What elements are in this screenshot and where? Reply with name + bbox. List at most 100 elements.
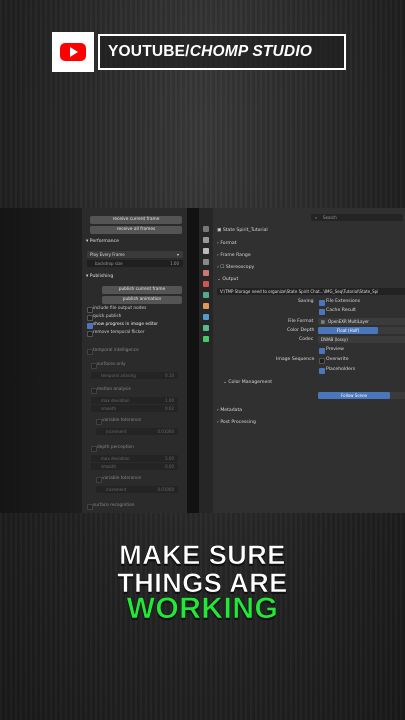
max-deviation-field-2[interactable]: max deviation 5.00: [91, 455, 178, 462]
metadata-label: Metadata: [220, 408, 243, 413]
receive-current-frame-button[interactable]: receive current frame: [90, 216, 182, 224]
temporal-aliasing-field[interactable]: temporal aliasing 0.10: [91, 372, 178, 379]
smooth-label-1: smooth: [101, 406, 116, 411]
increment-value-1: 0.01000: [157, 429, 174, 434]
overwrite-label: Overwrite: [326, 357, 349, 362]
temporal-aliasing-label: temporal aliasing: [101, 373, 136, 378]
codec-label: Codec: [299, 337, 314, 342]
frame-range-section[interactable]: › Frame Range: [217, 253, 251, 258]
publishing-header[interactable]: ▾ Publishing: [86, 274, 113, 279]
object-tab-icon[interactable]: [203, 303, 209, 309]
output-path-value: V:\TMP Storage need to organize\State Sp…: [220, 289, 379, 294]
frame-range-section-label: Frame Range: [220, 253, 251, 258]
increment-label-1: increment: [106, 429, 127, 434]
surface-recognition-label: surface recognition: [93, 503, 135, 508]
panel-divider: [187, 208, 199, 513]
receive-all-frames-button[interactable]: receive all frames: [90, 226, 182, 234]
publish-animation-button[interactable]: publish animation: [102, 296, 182, 304]
chevron-down-icon: ▾: [176, 252, 179, 257]
color-depth-selected[interactable]: Float (Half): [318, 327, 378, 334]
youtube-logo-box: [52, 32, 94, 72]
metadata-section[interactable]: › Metadata: [217, 408, 242, 413]
increment-field-1[interactable]: increment 0.01000: [96, 428, 178, 435]
exr-format-icon: ▧: [321, 319, 325, 324]
format-section[interactable]: › Format: [217, 241, 237, 246]
performance-header[interactable]: ▾ Performance: [86, 239, 119, 244]
collection-tab-icon[interactable]: [203, 292, 209, 298]
color-management-toggle[interactable]: Follow Scene: [318, 392, 405, 399]
world-tab-icon[interactable]: [203, 281, 209, 287]
placeholders-checkbox[interactable]: [319, 368, 325, 374]
max-deviation-label-1: max deviation: [101, 398, 130, 403]
backdrop-size-field[interactable]: backdrop size 1.00: [87, 260, 183, 267]
stereoscopy-section-label: Stereoscopy: [225, 265, 255, 270]
data-tab-icon[interactable]: [203, 325, 209, 331]
post-processing-section[interactable]: › Post Processing: [217, 420, 256, 425]
file-format-dropdown[interactable]: ▧ OpenEXR MultiLayer: [318, 318, 405, 325]
increment-field-2[interactable]: increment 0.01000: [96, 486, 178, 493]
caption-line-3: WORKING: [0, 592, 405, 626]
search-placeholder: Search: [323, 215, 337, 220]
file-extensions-label: File Extensions: [326, 299, 361, 304]
addon-panel: receive current frame receive all frames…: [82, 208, 187, 513]
breadcrumb-label: State Spirit_Tutorial: [222, 228, 268, 233]
caption-line-1: MAKE SURE: [0, 540, 405, 571]
publishing-label: Publishing: [89, 274, 114, 279]
quick-publish-label: quick publish: [93, 314, 122, 319]
include-file-output-label: include file output nodes: [93, 306, 147, 311]
playback-dropdown[interactable]: Play Every Frame ▾: [87, 251, 183, 258]
saving-label: Saving: [298, 299, 314, 304]
search-input[interactable]: ⌕ Search: [311, 214, 403, 221]
playback-value: Play Every Frame: [90, 252, 125, 257]
increment-value-2: 0.01000: [157, 487, 174, 492]
smooth-value-2: 0.00: [165, 464, 174, 469]
file-format-label: File Format: [288, 319, 314, 324]
modifier-tab-icon[interactable]: [203, 314, 209, 320]
file-extensions-checkbox[interactable]: [319, 300, 325, 306]
color-management-section[interactable]: ⌄ Color Management: [223, 380, 272, 385]
properties-tabs: [199, 208, 213, 513]
show-progress-label: show progress in image editor: [93, 322, 159, 327]
format-section-label: Format: [220, 241, 237, 246]
overwrite-checkbox[interactable]: [319, 358, 325, 364]
cache-result-checkbox[interactable]: [319, 309, 325, 315]
output-section-label: Output: [222, 277, 239, 282]
channel-prefix: YOUTUBE/: [108, 43, 190, 60]
follow-scene-button[interactable]: Follow Scene: [318, 392, 390, 399]
temporal-intelligence-label: temporal intelligence: [93, 348, 139, 353]
channel-banner: YOUTUBE/CHOMP STUDIO: [52, 32, 346, 72]
channel-title: CHOMP STUDIO: [189, 43, 313, 60]
preview-checkbox[interactable]: [319, 348, 325, 354]
max-deviation-value-1: 1.00: [165, 398, 174, 403]
performance-label: Performance: [89, 239, 119, 244]
file-format-value: OpenEXR MultiLayer: [328, 319, 369, 324]
material-tab-icon[interactable]: [203, 336, 209, 342]
smooth-field-1[interactable]: smooth 0.02: [91, 405, 178, 412]
output-path-field[interactable]: V:\TMP Storage need to organize\State Sp…: [217, 288, 405, 295]
smooth-field-2[interactable]: smooth 0.00: [91, 463, 178, 470]
color-management-label: Color Management: [228, 380, 273, 385]
image-sequence-label: Image Sequence: [276, 357, 315, 362]
render-tab-icon[interactable]: [203, 237, 209, 243]
channel-name: YOUTUBE/CHOMP STUDIO: [98, 34, 346, 70]
scene-tab-icon[interactable]: [203, 270, 209, 276]
codec-dropdown[interactable]: DWAB (lossy): [318, 336, 405, 343]
search-icon: ⌕: [315, 215, 318, 220]
view-layer-tab-icon[interactable]: [203, 259, 209, 265]
output-section[interactable]: ⌄ Output: [217, 277, 238, 282]
placeholders-label: Placeholders: [326, 367, 356, 372]
youtube-play-icon: [60, 43, 86, 61]
output-tab-icon[interactable]: [203, 248, 209, 254]
smooth-value-1: 0.02: [165, 406, 174, 411]
depth-perception-label: depth perception: [97, 445, 134, 450]
backdrop-size-value: 1.00: [170, 261, 179, 266]
color-depth-toggle[interactable]: Float (Half): [318, 327, 405, 334]
backdrop-size-label: backdrop size: [95, 261, 123, 266]
viewport-edge: [0, 208, 82, 513]
publish-current-frame-button[interactable]: publish current frame: [102, 286, 182, 294]
max-deviation-field-1[interactable]: max deviation 1.00: [91, 397, 178, 404]
stereoscopy-section[interactable]: › ☐ Stereoscopy: [217, 265, 254, 270]
remove-flicker-label: remove temporal flicker: [93, 330, 145, 335]
tool-tab-icon[interactable]: [203, 226, 209, 232]
caption-text-1: MAKE SURE: [119, 540, 286, 571]
